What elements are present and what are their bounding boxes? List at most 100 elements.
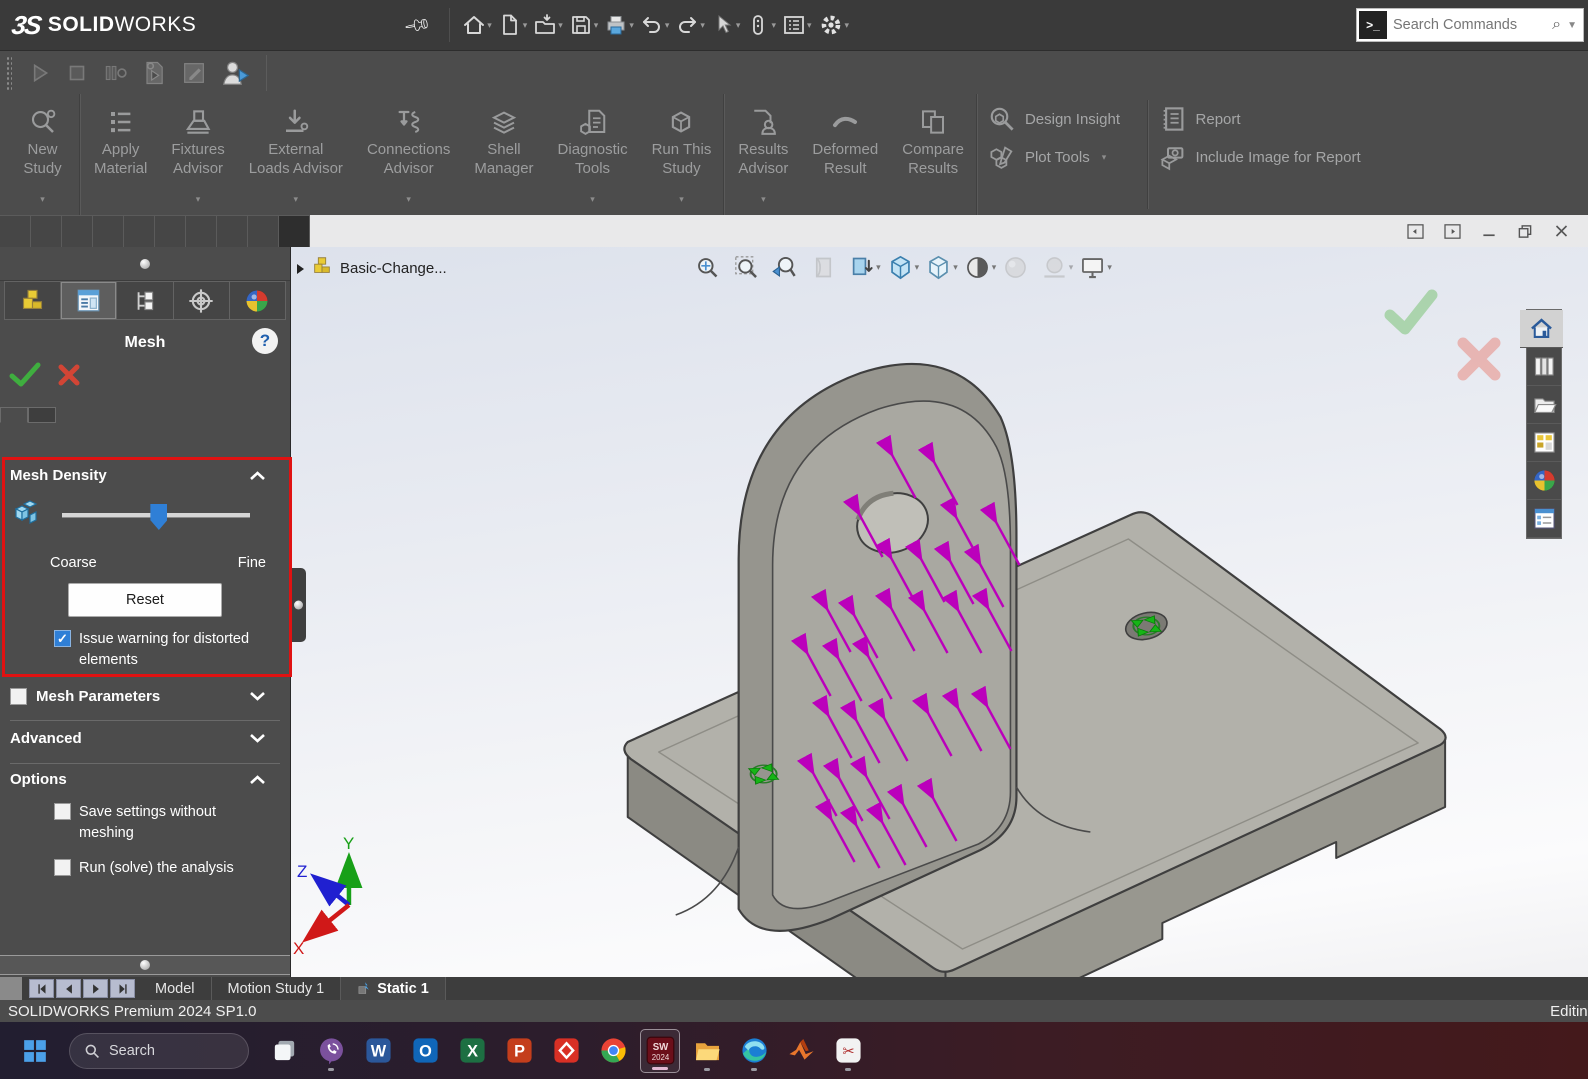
collapse-left-pane-icon[interactable] — [1407, 223, 1424, 239]
pm-tab-mesh-quality[interactable] — [28, 407, 56, 423]
shell-manager-button[interactable]: ShellManager▾ — [462, 94, 545, 215]
taskpane-palette-button[interactable] — [1527, 424, 1561, 462]
help-icon[interactable]: ? — [252, 328, 278, 354]
redo-button[interactable]: ▾ — [673, 10, 707, 40]
play-button[interactable] — [20, 58, 58, 88]
tab-sheet-metal[interactable] — [155, 215, 186, 247]
design-insight-button[interactable]: Design Insight▾ — [987, 102, 1137, 136]
panel-bottom-splitter[interactable] — [0, 955, 290, 975]
open-button[interactable]: ▾ — [531, 10, 565, 40]
tab-mesh-modeling[interactable] — [217, 215, 248, 247]
mesh-parameters-checkbox[interactable] — [10, 688, 27, 705]
connections-advisor-button[interactable]: Connections Advisor ▾ — [355, 94, 462, 215]
save-settings-checkbox[interactable] — [54, 803, 71, 820]
mesh-parameters-header[interactable]: Mesh Parameters — [10, 687, 280, 705]
file-explorer-app[interactable] — [687, 1029, 727, 1073]
panel-top-splitter[interactable] — [0, 247, 290, 281]
static-study-tab[interactable]: Static 1 — [341, 977, 446, 1000]
deformed-result-button[interactable]: DeformedResult▾ — [800, 94, 890, 215]
tab-sketch[interactable] — [31, 215, 62, 247]
mesh-density-slider[interactable] — [62, 504, 250, 530]
collapse-right-pane-icon[interactable] — [1444, 223, 1461, 239]
minimize-icon[interactable] — [1481, 224, 1497, 239]
new-document-button[interactable]: ▾ — [496, 10, 530, 40]
run-macro-button[interactable] — [134, 57, 174, 89]
plot-tools-button[interactable]: Plot Tools ▾ — [987, 140, 1137, 174]
excel-app[interactable]: X — [452, 1029, 492, 1073]
chevron-down-icon[interactable] — [249, 691, 266, 702]
restore-icon[interactable] — [1517, 224, 1533, 239]
tab-scroll-prev-button[interactable] — [56, 979, 81, 998]
splitter-corner[interactable] — [0, 977, 22, 1000]
mouse-gestures-button[interactable]: ▾ — [744, 10, 778, 40]
tab-solidworks-add-ins[interactable] — [124, 215, 155, 247]
chevron-down-icon[interactable] — [249, 733, 266, 744]
word-app[interactable]: W — [358, 1029, 398, 1073]
reset-button[interactable]: Reset — [68, 583, 222, 617]
menu-insert[interactable] — [292, 19, 318, 31]
menu-edit[interactable] — [240, 19, 266, 31]
pause-record-button[interactable] — [96, 58, 134, 88]
chrome-app[interactable] — [593, 1029, 633, 1073]
report-button[interactable]: Report▾ — [1158, 102, 1378, 136]
search-commands-input[interactable] — [1393, 17, 1547, 33]
tab-simulation[interactable] — [279, 215, 310, 247]
taskpane-custom-properties-button[interactable] — [1527, 500, 1561, 538]
results-advisor-button[interactable]: Results Advisor ▾ — [726, 94, 800, 215]
tab-surfaces[interactable] — [93, 215, 124, 247]
confirm-ok-icon[interactable] — [1382, 289, 1440, 342]
tab-scroll-first-button[interactable] — [29, 979, 54, 998]
menu-file[interactable] — [214, 19, 240, 31]
chevron-down-icon[interactable]: ▼ — [1567, 20, 1581, 31]
menu-window[interactable] — [370, 19, 396, 31]
search-icon[interactable]: ⌕ — [1552, 16, 1561, 34]
stop-button[interactable] — [58, 58, 96, 88]
cancel-button[interactable] — [56, 362, 82, 393]
viber-app[interactable] — [311, 1029, 351, 1073]
taskpane-resources-button[interactable] — [1527, 348, 1561, 386]
print-button[interactable]: ▾ — [602, 10, 636, 40]
compare-results-button[interactable]: CompareResults▾ — [890, 94, 977, 215]
chevron-up-icon[interactable] — [249, 774, 266, 785]
tab-scroll-next-button[interactable] — [83, 979, 108, 998]
run-analysis-checkbox[interactable] — [54, 859, 71, 876]
advanced-header[interactable]: Advanced — [10, 730, 280, 747]
chevron-up-icon[interactable] — [249, 470, 266, 481]
task-view-button[interactable] — [264, 1029, 304, 1073]
slider-handle[interactable] — [150, 504, 168, 530]
tab-evaluate[interactable] — [248, 215, 279, 247]
feature-manager-tab[interactable] — [5, 282, 62, 319]
red-diamond-app[interactable] — [546, 1029, 586, 1073]
solidworks-app[interactable]: SW 2024 — [640, 1028, 680, 1073]
options-header[interactable]: Options — [10, 771, 280, 788]
ok-button[interactable] — [8, 361, 42, 394]
close-icon[interactable] — [1553, 223, 1570, 239]
snipping-tool-app[interactable]: ✂ — [828, 1029, 868, 1073]
edit-macro-button[interactable] — [174, 57, 214, 89]
select-button[interactable]: ▾ — [709, 10, 743, 40]
tab-weldments[interactable] — [186, 215, 217, 247]
motion-study-tab[interactable]: Motion Study 1 — [212, 977, 342, 1000]
tab-features[interactable] — [0, 215, 31, 247]
tab-macrotest[interactable] — [62, 215, 93, 247]
menu-tools[interactable] — [318, 19, 344, 31]
pm-tab-definition[interactable] — [0, 407, 28, 423]
taskpane-appearances-button[interactable] — [1527, 462, 1561, 500]
options-button[interactable]: ▾ — [816, 9, 852, 41]
taskbar-search[interactable]: Search — [69, 1032, 249, 1069]
menu-simulation[interactable] — [344, 19, 370, 31]
property-manager-tab[interactable] — [61, 282, 118, 319]
include-image-for-report-button[interactable]: Include Image for Report▾ — [1158, 140, 1378, 174]
diagnostic-tools-button[interactable]: Diagnostic Tools ▾ — [546, 94, 640, 215]
powerpoint-app[interactable]: P — [499, 1029, 539, 1073]
pin-icon[interactable]: 📌︎ — [402, 10, 433, 40]
start-button[interactable] — [16, 1031, 54, 1071]
graphics-area[interactable]: Basic-Change... ▾▾▾▾▾▾▾▾▾▾▾ — [290, 247, 1588, 977]
run-this-study-button[interactable]: Run This Study ▾ — [640, 94, 725, 215]
display-manager-tab[interactable] — [230, 282, 285, 319]
taskpane-home-button[interactable] — [1520, 310, 1563, 348]
matlab-app[interactable] — [781, 1029, 821, 1073]
dimxpert-manager-tab[interactable] — [174, 282, 230, 319]
confirm-cancel-icon[interactable] — [1455, 335, 1503, 388]
tab-scroll-last-button[interactable] — [110, 979, 135, 998]
